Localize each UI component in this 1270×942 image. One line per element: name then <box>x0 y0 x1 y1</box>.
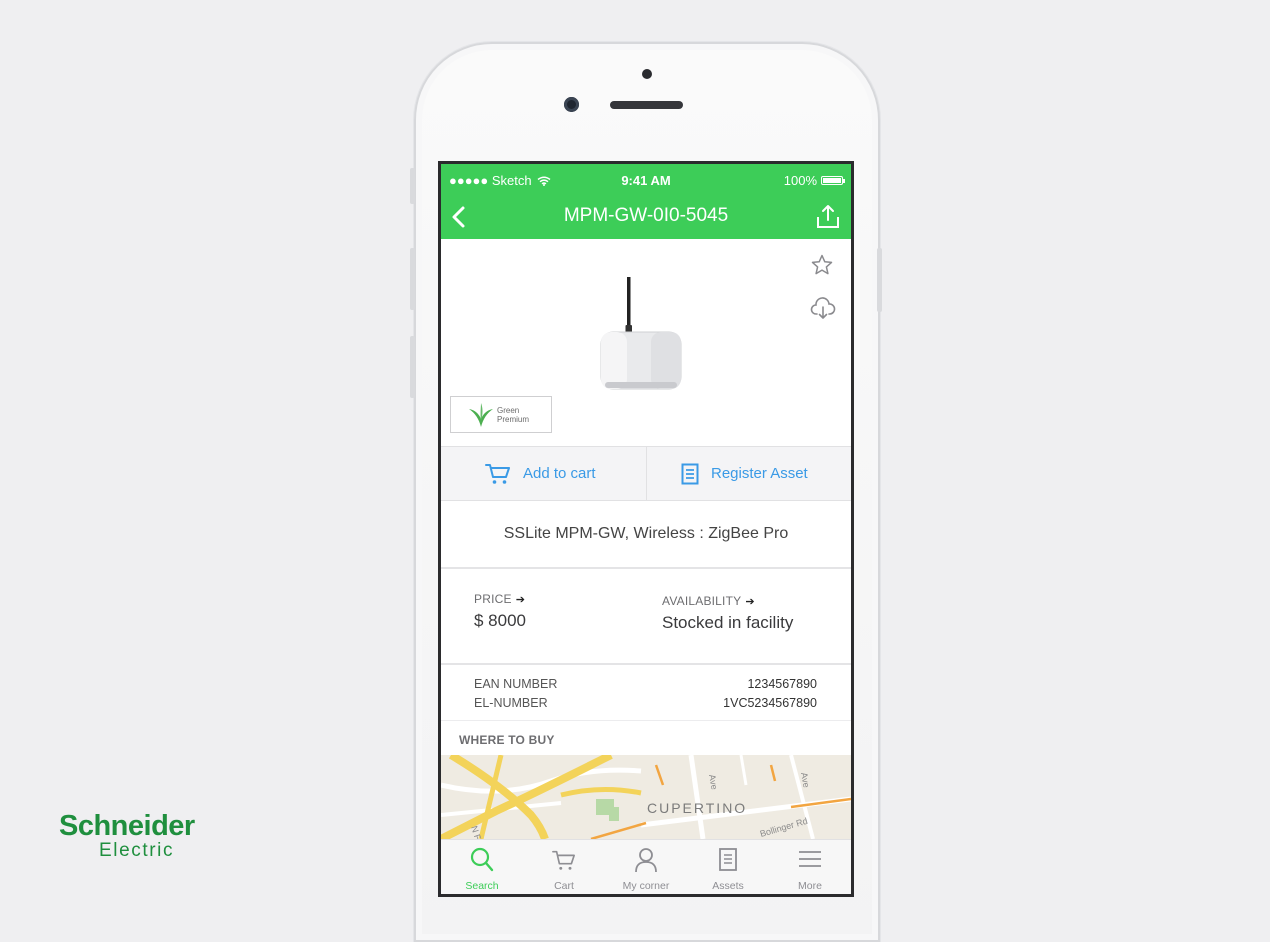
status-bar: ●●●●● Sketch 9:41 AM 100% <box>441 164 851 196</box>
mute-switch <box>410 168 415 204</box>
cart-icon <box>485 463 510 484</box>
logo-text-top: Schneider <box>59 810 195 842</box>
person-icon <box>635 848 657 873</box>
product-numbers: EAN NUMBER 1234567890 EL-NUMBER 1VC52345… <box>441 665 851 721</box>
price-value: $ 8000 <box>474 611 526 630</box>
cloud-download-icon[interactable] <box>810 296 836 322</box>
map-city-label: CUPERTINO <box>647 800 747 816</box>
availability-value: Stocked in facility <box>662 613 794 632</box>
share-icon[interactable] <box>815 202 841 230</box>
action-bar: Add to cart Register Asset <box>441 447 851 501</box>
tab-assets[interactable]: Assets <box>687 840 769 894</box>
register-asset-button[interactable]: Register Asset <box>681 447 808 500</box>
star-icon[interactable] <box>810 253 834 277</box>
tab-my-corner[interactable]: My corner <box>605 840 687 894</box>
product-description: SSLite MPM-GW, Wireless : ZigBee Pro <box>441 501 851 569</box>
price-link[interactable]: PRICE ➔ <box>474 592 525 606</box>
tab-search-label: Search <box>465 880 499 892</box>
tab-search[interactable]: Search <box>441 840 523 894</box>
price-label: PRICE <box>474 592 512 606</box>
logo-text-bottom: Electric <box>99 840 175 861</box>
search-icon <box>470 847 494 872</box>
battery-percent: 100% <box>783 173 817 188</box>
el-number-label: EL-NUMBER <box>474 696 548 710</box>
proximity-sensor <box>642 69 652 79</box>
app-view: ●●●●● Sketch 9:41 AM 100% MPM-GW-0I0-504… <box>441 164 851 894</box>
map-graphic: CUPERTINO Ave Ave Bollinger Rd N F <box>441 755 851 839</box>
schneider-electric-logo: Schneider Electric <box>59 810 219 862</box>
document-icon <box>719 848 737 871</box>
tab-cart[interactable]: Cart <box>523 840 605 894</box>
tab-assets-label: Assets <box>712 880 744 892</box>
price-availability-section: PRICE ➔ $ 8000 AVAILABILITY ➔ Stocked in f… <box>441 569 851 665</box>
availability-label: AVAILABILITY <box>662 594 742 608</box>
product-image-area: Green Premium <box>441 239 851 447</box>
where-to-buy-heading: WHERE TO BUY <box>459 733 555 747</box>
tab-my-corner-label: My corner <box>622 880 670 892</box>
tab-more[interactable]: More <box>769 840 851 894</box>
power-button <box>877 248 882 312</box>
battery-indicator: 100% <box>783 173 845 188</box>
battery-icon <box>821 176 845 185</box>
add-to-cart-button[interactable]: Add to cart <box>485 447 596 500</box>
cart-icon <box>552 850 575 870</box>
page-title: MPM-GW-0I0-5045 <box>563 205 729 226</box>
action-divider <box>646 447 647 500</box>
store-map[interactable]: CUPERTINO Ave Ave Bollinger Rd N F <box>441 755 851 839</box>
menu-icon <box>799 851 821 867</box>
arrow-right-icon: ➔ <box>515 594 526 606</box>
badge-text-premium: Premium <box>497 415 530 424</box>
ean-label: EAN NUMBER <box>474 677 558 691</box>
front-camera <box>564 97 579 112</box>
add-to-cart-label: Add to cart <box>523 465 596 482</box>
phone-screen: ●●●●● Sketch 9:41 AM 100% MPM-GW-0I0-504… <box>438 161 854 897</box>
ean-value: 1234567890 <box>747 677 817 691</box>
product-image <box>600 277 682 390</box>
document-icon <box>681 463 699 484</box>
green-premium-badge: Green Premium <box>450 396 552 433</box>
availability-link[interactable]: AVAILABILITY ➔ <box>662 594 755 608</box>
leaf-icon <box>469 403 493 427</box>
tab-more-label: More <box>798 880 822 892</box>
el-number-value: 1VC5234567890 <box>723 696 817 710</box>
badge-text-green: Green <box>497 406 520 415</box>
volume-up-button <box>410 248 415 310</box>
tab-cart-label: Cart <box>554 880 574 892</box>
tab-bar: Search Cart My corner Assets More <box>441 839 851 894</box>
earpiece-speaker <box>610 101 683 109</box>
navigation-bar: MPM-GW-0I0-5045 <box>441 196 851 239</box>
volume-down-button <box>410 336 415 398</box>
register-asset-label: Register Asset <box>711 465 808 482</box>
arrow-right-icon: ➔ <box>745 596 755 608</box>
